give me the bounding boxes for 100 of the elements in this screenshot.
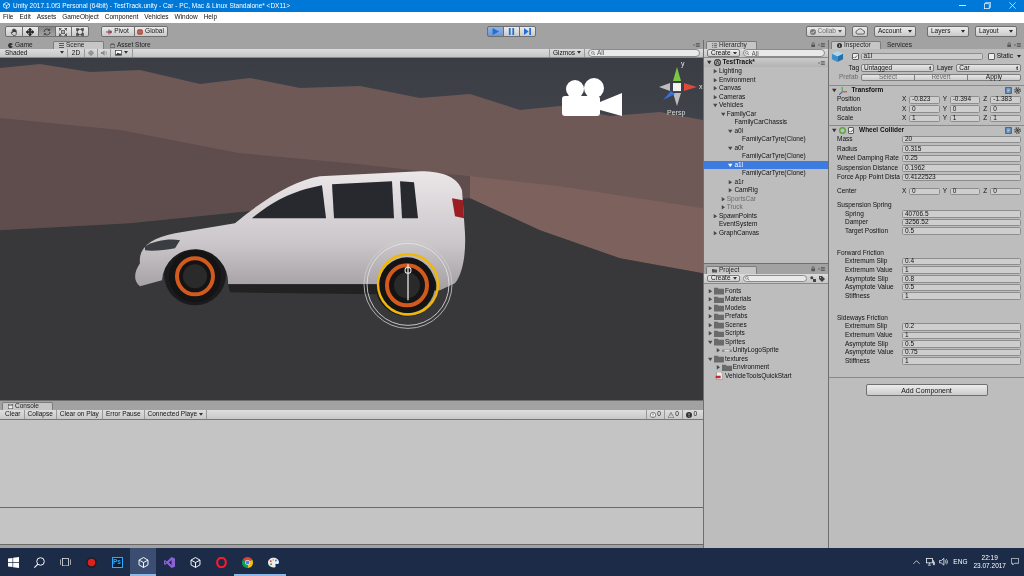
ring-icon xyxy=(838,126,846,134)
audio-toggle[interactable] xyxy=(98,49,111,57)
ring-logo-icon[interactable] xyxy=(215,556,227,568)
lock-icon[interactable] xyxy=(810,41,815,48)
minimize-icon[interactable] xyxy=(959,5,966,7)
orientation-gizmo-icon[interactable] xyxy=(659,66,697,106)
document-icon xyxy=(714,372,724,380)
help-book-icon[interactable] xyxy=(1005,87,1012,94)
expand-arrow-icon[interactable] xyxy=(708,331,713,336)
search-icon xyxy=(745,50,750,56)
pacman-icon xyxy=(8,42,13,48)
tool-button[interactable] xyxy=(5,26,23,37)
camera-icon[interactable] xyxy=(562,77,622,116)
expand-arrow-icon[interactable] xyxy=(708,305,713,310)
info-icon xyxy=(649,411,656,418)
lock-icon[interactable] xyxy=(810,266,815,272)
close-icon[interactable] xyxy=(1009,2,1016,10)
static-checkbox[interactable] xyxy=(988,53,995,60)
expand-arrow-icon[interactable] xyxy=(713,230,718,235)
shapes-filter-icon[interactable] xyxy=(810,275,816,282)
folder-icon xyxy=(712,267,717,273)
error-icon xyxy=(685,411,692,418)
network-icon[interactable] xyxy=(926,558,936,566)
tick-icon xyxy=(848,128,853,133)
bag-icon xyxy=(110,42,115,48)
task-view-icon[interactable] xyxy=(59,557,71,567)
caret-icon xyxy=(1009,30,1013,33)
cloud-button[interactable] xyxy=(852,26,868,37)
wheel-collider-gizmo[interactable] xyxy=(363,239,453,329)
lighting-toggle[interactable] xyxy=(85,49,98,57)
expand-arrow-icon[interactable] xyxy=(720,111,726,116)
axes-icon xyxy=(838,86,847,95)
palette-icon[interactable] xyxy=(267,556,279,568)
up-down-arrows-icon xyxy=(1015,65,1018,70)
expand-arrow-icon[interactable] xyxy=(708,356,713,361)
tool-button[interactable] xyxy=(71,26,89,37)
tag-icon[interactable] xyxy=(819,275,825,282)
expand-arrow-icon[interactable] xyxy=(708,288,713,293)
caret-icon xyxy=(961,30,965,33)
caret-icon xyxy=(838,30,842,33)
move-icon xyxy=(26,27,35,36)
tool-button[interactable] xyxy=(54,26,72,37)
tick-icon xyxy=(853,54,858,59)
pause-button[interactable] xyxy=(502,26,520,37)
hand-icon xyxy=(9,27,18,36)
warning-icon xyxy=(667,411,674,418)
expand-arrow-icon[interactable] xyxy=(728,128,733,133)
expand-arrow-icon[interactable] xyxy=(728,188,733,193)
notification-icon[interactable] xyxy=(1011,558,1019,566)
scene-menu-icon[interactable] xyxy=(818,60,825,65)
windows-logo-icon[interactable] xyxy=(7,556,19,568)
caret-icon xyxy=(198,413,203,416)
expand-arrow-icon[interactable] xyxy=(708,339,713,344)
expand-arrow-icon[interactable] xyxy=(832,128,837,133)
expand-arrow-icon[interactable] xyxy=(713,213,718,218)
search-icon xyxy=(745,276,750,281)
taskbar-app-button[interactable] xyxy=(130,548,156,576)
expand-arrow-icon[interactable] xyxy=(832,88,837,93)
lines-icon xyxy=(59,42,64,48)
caret-icon xyxy=(577,51,581,55)
expand-arrow-icon[interactable] xyxy=(713,77,718,82)
car-drawing[interactable] xyxy=(135,170,466,316)
rect-tool-icon xyxy=(75,27,84,36)
expand-arrow-icon[interactable] xyxy=(708,322,713,327)
expand-arrow-icon[interactable] xyxy=(728,162,733,167)
enabled-checkbox[interactable] xyxy=(847,127,854,134)
search-icon[interactable] xyxy=(33,556,45,568)
expand-arrow-icon[interactable] xyxy=(713,86,718,91)
expand-arrow-icon[interactable] xyxy=(715,365,721,370)
speaker-icon[interactable] xyxy=(939,558,949,566)
expand-arrow-icon[interactable] xyxy=(708,314,713,319)
expand-arrow-icon[interactable] xyxy=(715,348,721,353)
search-icon xyxy=(590,50,595,55)
cube-logo-icon[interactable] xyxy=(189,556,201,568)
expand-arrow-icon[interactable] xyxy=(713,69,718,74)
up-down-arrows-icon xyxy=(928,65,931,70)
chevron-up-icon[interactable] xyxy=(913,559,921,565)
record-icon[interactable] xyxy=(85,556,97,568)
sun-icon xyxy=(88,49,94,56)
lock-icon[interactable] xyxy=(1006,41,1011,48)
caret-icon xyxy=(908,30,912,33)
restore-icon[interactable] xyxy=(984,2,991,10)
caret-icon[interactable] xyxy=(1017,55,1021,58)
expand-arrow-icon[interactable] xyxy=(713,94,718,99)
gear-icon[interactable] xyxy=(1014,126,1021,134)
expand-arrow-icon[interactable] xyxy=(713,103,718,108)
expand-arrow-icon[interactable] xyxy=(728,179,733,184)
gear-icon[interactable] xyxy=(1014,87,1021,94)
ribbon-logo-icon[interactable] xyxy=(163,556,175,568)
active-checkbox[interactable] xyxy=(852,53,859,60)
caret-icon xyxy=(60,51,64,55)
expand-arrow-icon[interactable] xyxy=(707,60,712,65)
cube-logo-icon[interactable] xyxy=(137,556,149,568)
expand-arrow-icon[interactable] xyxy=(708,297,713,302)
search-field[interactable] xyxy=(742,274,807,283)
help-book-icon[interactable] xyxy=(1005,126,1012,134)
step-button[interactable] xyxy=(518,26,536,37)
expand-arrow-icon[interactable] xyxy=(728,145,733,150)
segmented-circle-icon[interactable] xyxy=(241,556,253,568)
play-icon xyxy=(491,28,499,35)
